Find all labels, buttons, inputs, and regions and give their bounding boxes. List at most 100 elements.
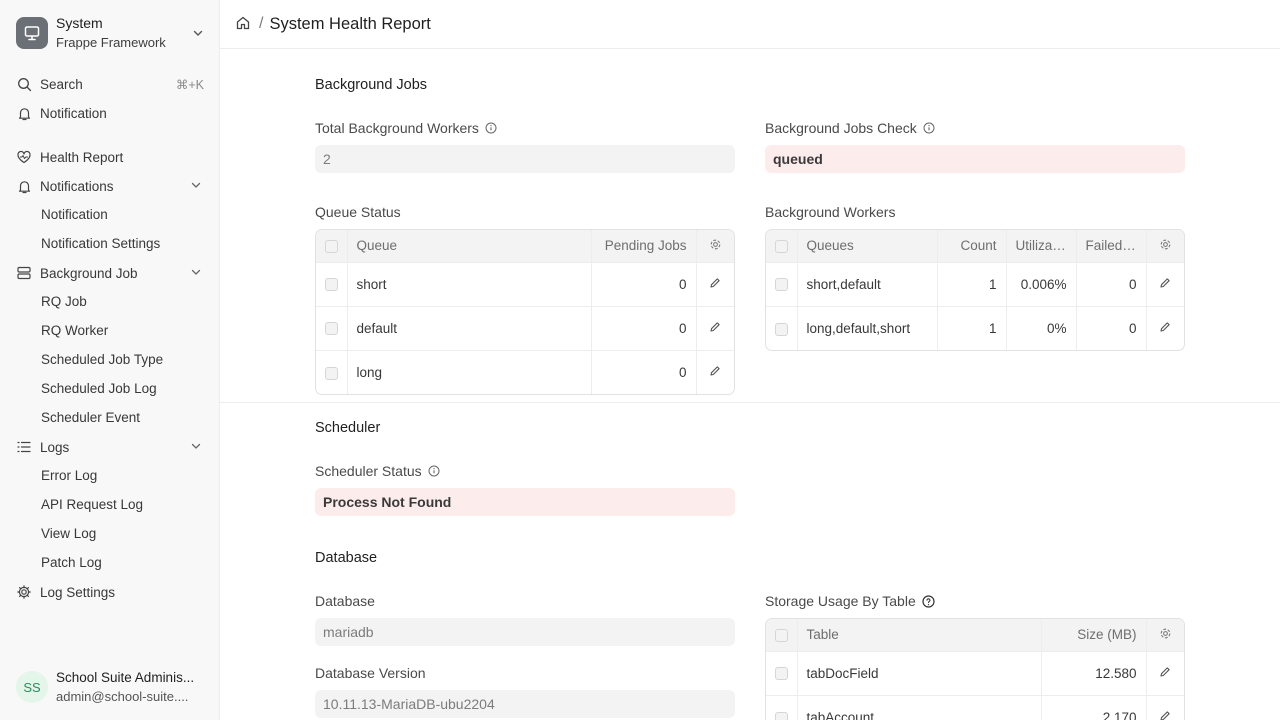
sidebar-item-health-report[interactable]: Health Report bbox=[16, 145, 206, 169]
help-icon[interactable] bbox=[922, 594, 935, 608]
table-row[interactable]: long 0 bbox=[316, 350, 734, 394]
sidebar-item-scheduled-job-type[interactable]: Scheduled Job Type bbox=[41, 350, 163, 370]
info-icon[interactable] bbox=[428, 465, 440, 477]
size-cell: 2.170 bbox=[1041, 695, 1147, 720]
workers-table: Queues Count Utilizat... Failed ... shor… bbox=[765, 229, 1185, 351]
count-cell: 1 bbox=[937, 262, 1007, 307]
sidebar-item-view-log[interactable]: View Log bbox=[41, 524, 96, 544]
home-icon[interactable] bbox=[235, 15, 251, 34]
notification-button[interactable]: Notification bbox=[16, 101, 206, 125]
queues-cell: short,default bbox=[797, 262, 938, 307]
edit-icon[interactable] bbox=[696, 262, 734, 307]
sidebar-item-notification-settings[interactable]: Notification Settings bbox=[41, 234, 160, 254]
edit-icon[interactable] bbox=[1146, 306, 1184, 350]
edit-icon[interactable] bbox=[696, 306, 734, 351]
sidebar-item-label: Notifications bbox=[40, 178, 114, 194]
chevron-down-icon[interactable] bbox=[190, 179, 202, 194]
edit-icon[interactable] bbox=[1146, 695, 1184, 720]
sidebar-item-log-settings[interactable]: Log Settings bbox=[16, 580, 206, 604]
pending-cell: 0 bbox=[591, 306, 697, 351]
bell-icon bbox=[16, 105, 32, 121]
table-row[interactable]: tabDocField 12.580 bbox=[766, 651, 1184, 696]
sidebar-item-notification[interactable]: Notification bbox=[41, 205, 108, 225]
sidebar-item-api-request-log[interactable]: API Request Log bbox=[41, 495, 143, 515]
sidebar-item-label: Log Settings bbox=[40, 584, 116, 600]
sidebar-item-background-job[interactable]: Background Job bbox=[16, 261, 206, 285]
row-checkbox[interactable] bbox=[316, 350, 348, 394]
total-workers-label: Total Background Workers bbox=[315, 120, 497, 136]
utilization-cell: 0% bbox=[1006, 306, 1077, 350]
sidebar-item-logs[interactable]: Logs bbox=[16, 435, 206, 459]
search-label: Search bbox=[40, 76, 83, 92]
scheduler-status-label-text: Scheduler Status bbox=[315, 463, 422, 479]
table-row[interactable]: default 0 bbox=[316, 306, 734, 351]
sidebar-item-scheduler-event[interactable]: Scheduler Event bbox=[41, 408, 140, 428]
sidebar-item-notifications[interactable]: Notifications bbox=[16, 174, 206, 198]
storage-usage-label: Storage Usage By Table bbox=[765, 593, 935, 609]
storage-usage-table: Table Size (MB) tabDocField 12.580 tabAc… bbox=[765, 618, 1185, 720]
notification-label: Notification bbox=[40, 105, 107, 121]
sidebar-item-rq-worker[interactable]: RQ Worker bbox=[41, 321, 108, 341]
app-subtitle: Frappe Framework bbox=[56, 35, 166, 50]
settings-icon[interactable] bbox=[1146, 230, 1184, 263]
user-email: admin@school-suite.... bbox=[56, 689, 189, 704]
section-title-database: Database bbox=[315, 550, 378, 566]
queue-cell: long bbox=[347, 350, 592, 394]
section-divider bbox=[220, 402, 1280, 403]
app-switcher[interactable]: System Frappe Framework bbox=[16, 14, 206, 52]
settings-icon[interactable] bbox=[696, 230, 734, 263]
sidebar-item-label: Health Report bbox=[40, 149, 124, 165]
sidebar-item-rq-job[interactable]: RQ Job bbox=[41, 292, 87, 312]
table-row[interactable]: tabAccount 2.170 bbox=[766, 695, 1184, 720]
info-icon[interactable] bbox=[923, 122, 935, 134]
column-header: Failed ... bbox=[1076, 230, 1147, 263]
table-row[interactable]: short 0 bbox=[316, 262, 734, 307]
database-field: mariadb bbox=[315, 618, 735, 646]
edit-icon[interactable] bbox=[1146, 262, 1184, 307]
chevron-down-icon[interactable] bbox=[190, 440, 202, 455]
total-workers-field: 2 bbox=[315, 145, 735, 173]
total-workers-label-text: Total Background Workers bbox=[315, 120, 479, 136]
row-checkbox[interactable] bbox=[766, 306, 798, 350]
heart-icon bbox=[16, 149, 32, 165]
jobs-check-label: Background Jobs Check bbox=[765, 120, 935, 136]
size-cell: 12.580 bbox=[1041, 651, 1147, 696]
app-name: System bbox=[56, 15, 103, 31]
settings-icon[interactable] bbox=[1146, 619, 1184, 652]
row-checkbox[interactable] bbox=[766, 651, 798, 696]
column-header: Count bbox=[937, 230, 1007, 263]
monitor-icon bbox=[16, 17, 48, 49]
select-all-checkbox[interactable] bbox=[766, 619, 798, 652]
edit-icon[interactable] bbox=[1146, 651, 1184, 696]
row-checkbox[interactable] bbox=[316, 262, 348, 307]
page-title: System Health Report bbox=[269, 14, 431, 33]
select-all-checkbox[interactable] bbox=[766, 230, 798, 263]
sidebar-item-error-log[interactable]: Error Log bbox=[41, 466, 97, 486]
sidebar-item-patch-log[interactable]: Patch Log bbox=[41, 553, 102, 573]
row-checkbox[interactable] bbox=[766, 695, 798, 720]
column-header: Utilizat... bbox=[1006, 230, 1077, 263]
select-all-checkbox[interactable] bbox=[316, 230, 348, 263]
scheduler-status-field: Process Not Found bbox=[315, 488, 735, 516]
row-checkbox[interactable] bbox=[766, 262, 798, 307]
chevron-down-icon[interactable] bbox=[190, 266, 202, 281]
jobs-check-field: queued bbox=[765, 145, 1185, 173]
breadcrumb-separator: / bbox=[259, 15, 264, 32]
database-version-label: Database Version bbox=[315, 665, 426, 681]
row-checkbox[interactable] bbox=[316, 306, 348, 351]
column-header: Table bbox=[797, 619, 1042, 652]
search-button[interactable]: Search ⌘+K bbox=[16, 72, 206, 96]
user-menu[interactable]: SS School Suite Adminis... admin@school-… bbox=[16, 668, 212, 706]
column-header: Pending Jobs bbox=[591, 230, 697, 263]
user-name: School Suite Adminis... bbox=[56, 670, 195, 685]
table-row[interactable]: long,default,short 1 0% 0 bbox=[766, 306, 1184, 350]
search-shortcut: ⌘+K bbox=[175, 77, 204, 92]
sidebar-item-scheduled-job-log[interactable]: Scheduled Job Log bbox=[41, 379, 157, 399]
info-icon[interactable] bbox=[485, 122, 497, 134]
queue-status-table: Queue Pending Jobs short 0 default 0 lon… bbox=[315, 229, 735, 395]
bell-icon bbox=[16, 178, 32, 194]
table-row[interactable]: short,default 1 0.006% 0 bbox=[766, 262, 1184, 307]
list-icon bbox=[16, 439, 32, 455]
edit-icon[interactable] bbox=[696, 350, 734, 394]
queue-status-label: Queue Status bbox=[315, 204, 401, 220]
